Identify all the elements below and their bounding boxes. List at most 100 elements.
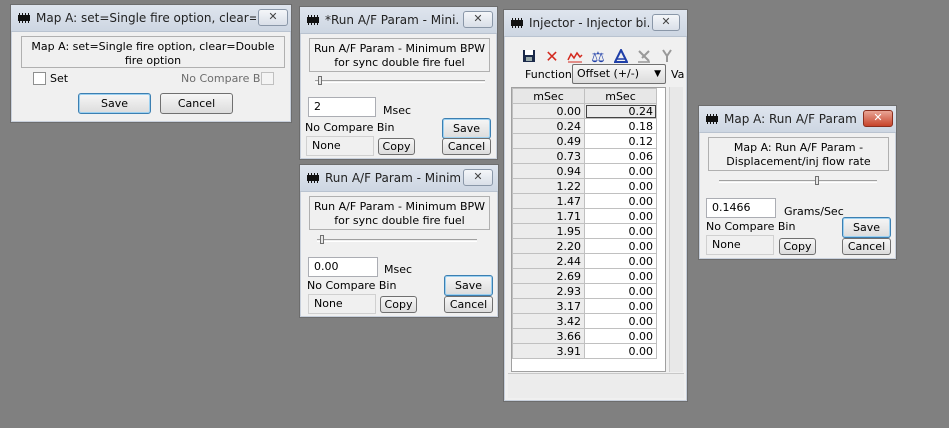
row-header-cell[interactable]: 3.42	[512, 313, 585, 329]
value-cell[interactable]: 0.00	[584, 193, 657, 209]
save-button[interactable]: Save	[444, 275, 493, 296]
table-row: 1.47 0.00	[512, 193, 657, 209]
titlebar[interactable]: Map A: set=Single fire option, clear=Dou…	[11, 5, 291, 32]
save-button[interactable]: Save	[78, 93, 151, 114]
close-button[interactable]: ✕	[863, 110, 893, 127]
chip-icon	[307, 15, 319, 25]
compare-value-field: None	[308, 294, 376, 314]
row-header-cell[interactable]: 2.20	[512, 238, 585, 254]
smooth-icon[interactable]	[636, 49, 652, 65]
no-compare-label: No Compare Bin	[305, 121, 395, 134]
function-select[interactable]: Offset (+/-) ▼	[572, 64, 666, 84]
save-button[interactable]: Save	[842, 217, 891, 238]
value-cell[interactable]: 0.00	[584, 298, 657, 314]
close-icon: ✕	[473, 170, 483, 183]
value-cell[interactable]: 0.06	[584, 148, 657, 164]
slider-thumb[interactable]	[320, 235, 324, 244]
window-title: Injector - Injector bi...	[529, 16, 649, 30]
slider-thumb[interactable]	[318, 76, 322, 85]
save-button[interactable]: Save	[442, 118, 491, 139]
parameter-description: Run A/F Param - Minimum BPW for sync dou…	[309, 38, 490, 72]
value-cell[interactable]: 0.00	[584, 313, 657, 329]
value-cell[interactable]: 0.00	[584, 238, 657, 254]
table-row: 2.20 0.00	[512, 238, 657, 254]
row-header-cell[interactable]: 1.95	[512, 223, 585, 239]
copy-button[interactable]: Copy	[779, 238, 816, 255]
row-header-cell[interactable]: 2.93	[512, 283, 585, 299]
value-cell[interactable]: 0.00	[584, 343, 657, 359]
cancel-button[interactable]: Cancel	[160, 93, 233, 114]
value-cell[interactable]: 0.00	[584, 283, 657, 299]
value-cell[interactable]: 0.00	[584, 178, 657, 194]
value-cell[interactable]: 0.00	[584, 328, 657, 344]
row-header-cell[interactable]: 0.94	[512, 163, 585, 179]
value-slider[interactable]	[317, 239, 477, 242]
value-cell[interactable]: 0.00	[584, 223, 657, 239]
slider-thumb[interactable]	[815, 176, 819, 185]
table-row: 0.00 0.24	[512, 103, 657, 119]
save-disk-icon[interactable]	[521, 49, 537, 65]
row-header-cell[interactable]: 3.17	[512, 298, 585, 314]
titlebar[interactable]: Run A/F Param - Minim... ✕	[300, 165, 498, 192]
value-cell[interactable]: 0.18	[584, 118, 657, 134]
value-label-truncated: Va	[671, 68, 685, 81]
row-header-cell[interactable]: 1.22	[512, 178, 585, 194]
interpolate-icon[interactable]	[613, 47, 629, 65]
row-header-cell[interactable]: 1.47	[512, 193, 585, 209]
merge-icon[interactable]	[659, 49, 675, 65]
row-header-cell[interactable]: 0.73	[512, 148, 585, 164]
table-row: 2.93 0.00	[512, 283, 657, 299]
value-input[interactable]: 0.00	[308, 257, 378, 277]
copy-button[interactable]: Copy	[378, 138, 415, 155]
table-row: 2.69 0.00	[512, 268, 657, 284]
table-row: 1.22 0.00	[512, 178, 657, 194]
graph-icon[interactable]	[567, 49, 583, 65]
vertical-scrollbar[interactable]	[669, 87, 683, 372]
close-button[interactable]: ✕	[463, 169, 493, 186]
no-compare-checkbox[interactable]	[261, 72, 274, 85]
delete-x-icon[interactable]: ✕	[544, 49, 560, 65]
min-bpw-min-window: Run A/F Param - Minim... ✕ Run A/F Param…	[299, 164, 499, 318]
close-button[interactable]: ✕	[463, 11, 493, 28]
close-button[interactable]: ✕	[652, 14, 680, 31]
value-cell[interactable]: 0.00	[584, 208, 657, 224]
titlebar[interactable]: Injector - Injector bi... ✕	[504, 10, 687, 37]
chevron-down-icon: ▼	[654, 69, 661, 79]
close-icon: ✕	[268, 10, 278, 23]
row-header-cell[interactable]: 3.66	[512, 328, 585, 344]
no-compare-label: No Compare Bin	[706, 220, 796, 233]
scale-icon[interactable]: ⚖	[590, 49, 606, 65]
titlebar[interactable]: *Run A/F Param - Mini... ✕	[300, 7, 497, 34]
value-cell[interactable]: 0.00	[584, 163, 657, 179]
value-slider[interactable]	[719, 180, 877, 183]
cancel-button[interactable]: Cancel	[444, 296, 493, 313]
value-cell-selected[interactable]: 0.24	[584, 103, 657, 119]
parameter-description: Run A/F Param - Minimum BPW for sync dou…	[309, 196, 490, 230]
cancel-button[interactable]: Cancel	[842, 238, 891, 255]
value-cell[interactable]: 0.00	[584, 253, 657, 269]
row-header-cell[interactable]: 2.44	[512, 253, 585, 269]
value-input[interactable]: 2	[308, 97, 376, 117]
value-cell[interactable]: 0.12	[584, 133, 657, 149]
row-header-cell[interactable]: 0.49	[512, 133, 585, 149]
row-header-cell[interactable]: 0.24	[512, 118, 585, 134]
column-header[interactable]: mSec	[584, 88, 657, 104]
row-header-cell[interactable]: 0.00	[512, 103, 585, 119]
window-title: Map A: Run A/F Param ...	[724, 112, 859, 126]
table-row: 3.17 0.00	[512, 298, 657, 314]
row-header-cell[interactable]: 1.71	[512, 208, 585, 224]
injector-table-window: Injector - Injector bi... ✕ ✕ ⚖ Function…	[503, 9, 688, 402]
titlebar[interactable]: Map A: Run A/F Param ... ✕	[699, 106, 896, 133]
column-header[interactable]: mSec	[512, 88, 585, 104]
cancel-button[interactable]: Cancel	[442, 138, 491, 155]
row-header-cell[interactable]: 3.91	[512, 343, 585, 359]
table-row: 1.71 0.00	[512, 208, 657, 224]
set-checkbox[interactable]	[33, 72, 46, 85]
copy-button[interactable]: Copy	[380, 296, 417, 313]
row-header-cell[interactable]: 2.69	[512, 268, 585, 284]
close-button[interactable]: ✕	[258, 9, 288, 26]
value-cell[interactable]: 0.00	[584, 268, 657, 284]
value-slider[interactable]	[315, 80, 485, 83]
no-compare-label: No Compare Bin	[181, 72, 271, 85]
value-input[interactable]: 0.1466	[706, 198, 776, 218]
